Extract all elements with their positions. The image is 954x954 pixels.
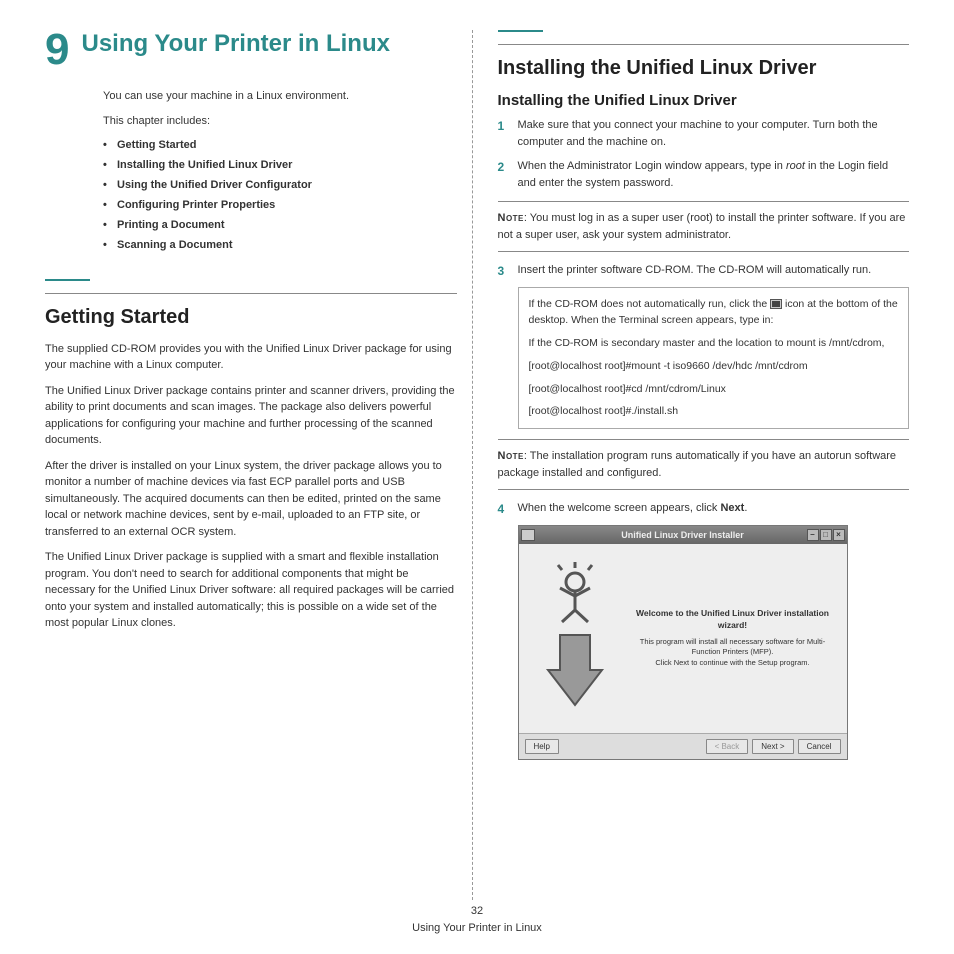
- install-steps-cont: 3Insert the printer software CD-ROM. The…: [498, 262, 910, 279]
- paragraph: After the driver is installed on your Li…: [45, 458, 457, 541]
- step-text: When the welcome screen appears, click N…: [518, 502, 748, 514]
- toc-item: Configuring Printer Properties: [103, 199, 457, 211]
- wizard-figure-icon: [540, 560, 610, 710]
- note-box: Note: You must log in as a super user (r…: [498, 201, 910, 252]
- intro-lead: This chapter includes:: [103, 113, 457, 130]
- wizard-graphic-panel: [525, 550, 625, 727]
- toc-item: Scanning a Document: [103, 239, 457, 251]
- step-text: When the Administrator Login window appe…: [518, 160, 889, 189]
- maximize-icon: □: [820, 529, 832, 541]
- table-of-contents: Getting Started Installing the Unified L…: [103, 139, 457, 251]
- help-button[interactable]: Help: [525, 739, 559, 754]
- window-title: Unified Linux Driver Installer: [621, 530, 744, 540]
- install-steps: 1Make sure that you connect your machine…: [498, 117, 910, 191]
- next-button[interactable]: Next >: [752, 739, 793, 754]
- getting-started-body: The supplied CD-ROM provides you with th…: [45, 341, 457, 632]
- paragraph: The Unified Linux Driver package is supp…: [45, 549, 457, 632]
- toc-item: Printing a Document: [103, 219, 457, 231]
- welcome-desc: This program will install all necessary …: [635, 637, 831, 658]
- intro-text: You can use your machine in a Linux envi…: [103, 88, 457, 105]
- terminal-instructions-box: If the CD-ROM does not automatically run…: [518, 287, 910, 430]
- system-menu-icon: [521, 529, 535, 541]
- root-keyword: root: [786, 160, 805, 172]
- note-label: Note: [498, 450, 524, 462]
- window-controls: – □ ×: [807, 529, 845, 541]
- step-item: 1Make sure that you connect your machine…: [498, 117, 910, 150]
- paragraph: The Unified Linux Driver package contain…: [45, 383, 457, 449]
- divider: [45, 293, 457, 294]
- next-keyword: Next: [720, 502, 744, 514]
- chapter-title: Using Your Printer in Linux: [81, 30, 389, 59]
- footer-title: Using Your Printer in Linux: [0, 920, 954, 937]
- section-rule: [498, 30, 543, 32]
- wizard-text-panel: Welcome to the Unified Linux Driver inst…: [625, 550, 841, 727]
- section-rule: [45, 279, 90, 281]
- command-line: [root@localhost root]#cd /mnt/cdrom/Linu…: [529, 381, 899, 398]
- installer-screenshot: Unified Linux Driver Installer – □ ×: [518, 525, 848, 760]
- note-text: : You must log in as a super user (root)…: [498, 212, 906, 241]
- toc-item: Using the Unified Driver Configurator: [103, 179, 457, 191]
- close-icon: ×: [833, 529, 845, 541]
- command-line: [root@localhost root]#./install.sh: [529, 403, 899, 420]
- note-box: Note: The installation program runs auto…: [498, 439, 910, 490]
- box-text: If the CD-ROM is secondary master and th…: [529, 335, 899, 352]
- step-item: 3Insert the printer software CD-ROM. The…: [498, 262, 910, 279]
- command-line: [root@localhost root]#mount -t iso9660 /…: [529, 358, 899, 375]
- wizard-button-bar: Help < Back Next > Cancel: [519, 733, 847, 759]
- minimize-icon: –: [807, 529, 819, 541]
- install-steps-cont2: 4 When the welcome screen appears, click…: [498, 500, 910, 517]
- step-item: 4 When the welcome screen appears, click…: [498, 500, 910, 517]
- page-number: 32: [0, 903, 954, 920]
- section-heading-installing: Installing the Unified Linux Driver: [498, 57, 910, 80]
- welcome-heading: Welcome to the Unified Linux Driver inst…: [635, 608, 831, 630]
- right-column: Installing the Unified Linux Driver Inst…: [472, 30, 910, 900]
- toc-item: Installing the Unified Linux Driver: [103, 159, 457, 171]
- step-text: Insert the printer software CD-ROM. The …: [518, 264, 872, 276]
- note-label: Note: [498, 212, 524, 224]
- section-heading-getting-started: Getting Started: [45, 306, 457, 329]
- chapter-header: 9 Using Your Printer in Linux: [45, 30, 457, 70]
- left-column: 9 Using Your Printer in Linux You can us…: [45, 30, 472, 900]
- welcome-desc: Click Next to continue with the Setup pr…: [655, 658, 809, 669]
- step-text: Make sure that you connect your machine …: [518, 119, 878, 148]
- step-item: 2 When the Administrator Login window ap…: [498, 158, 910, 191]
- note-text: : The installation program runs automati…: [498, 450, 897, 479]
- window-titlebar: Unified Linux Driver Installer – □ ×: [519, 526, 847, 544]
- page-footer: 32 Using Your Printer in Linux: [0, 903, 954, 936]
- cancel-button[interactable]: Cancel: [798, 739, 841, 754]
- divider: [498, 44, 910, 45]
- window-body: Welcome to the Unified Linux Driver inst…: [519, 544, 847, 733]
- terminal-icon: [770, 299, 782, 309]
- toc-item: Getting Started: [103, 139, 457, 151]
- intro-block: You can use your machine in a Linux envi…: [103, 88, 457, 130]
- back-button: < Back: [706, 739, 749, 754]
- box-text: If the CD-ROM does not automatically run…: [529, 296, 899, 330]
- paragraph: The supplied CD-ROM provides you with th…: [45, 341, 457, 374]
- chapter-number: 9: [45, 30, 69, 70]
- subsection-heading: Installing the Unified Linux Driver: [498, 92, 910, 109]
